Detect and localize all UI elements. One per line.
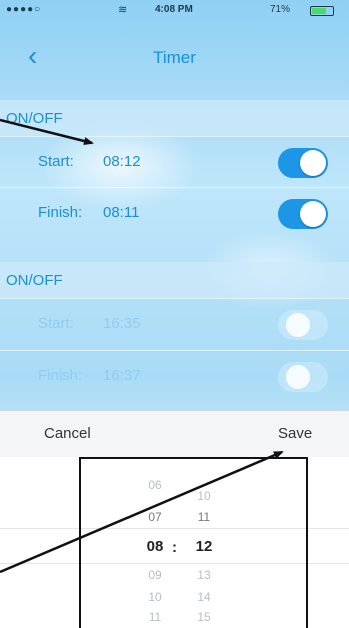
section-header-label: ON/OFF (6, 110, 63, 127)
battery-percent: 71% (270, 4, 291, 15)
minute-option[interactable]: 13 (184, 568, 224, 582)
picker-divider (0, 528, 349, 529)
hour-option[interactable]: 06 (135, 478, 175, 492)
section-header-label: ON/OFF (6, 272, 63, 289)
navigation-bar: ‹ Timer (0, 40, 349, 80)
minute-option[interactable]: 10 (184, 489, 224, 503)
hour-option[interactable]: 09 (135, 568, 175, 582)
toggle-knob (286, 313, 310, 337)
status-time: 4:08 PM (155, 4, 193, 15)
timer-finish-row[interactable]: Finish: 08:11 (0, 187, 349, 238)
start-label: Start: (38, 315, 74, 332)
hour-selected[interactable]: 08 (135, 538, 175, 555)
time-picker[interactable]: 06 07 08 09 10 11 : 10 11 12 13 14 15 (0, 457, 349, 628)
save-button[interactable]: Save (278, 425, 312, 442)
timer-start-row[interactable]: Start: 08:12 (0, 136, 349, 187)
section-header: ON/OFF (0, 100, 349, 136)
time-separator: : (172, 539, 177, 556)
page-title: Timer (153, 48, 196, 67)
start-time-value[interactable]: 16:35 (103, 315, 141, 332)
minute-option[interactable]: 11 (184, 510, 224, 524)
timer-finish-row[interactable]: Finish: 16:37 (0, 350, 349, 401)
hour-option[interactable]: 07 (135, 510, 175, 524)
toggle-knob (300, 150, 326, 176)
toggle-knob (286, 365, 310, 389)
finish-time-value[interactable]: 08:11 (103, 204, 139, 221)
battery-icon (310, 6, 334, 16)
minute-option[interactable]: 14 (184, 590, 224, 604)
start-toggle[interactable] (278, 310, 328, 340)
section-header: ON/OFF (0, 262, 349, 298)
start-toggle[interactable] (278, 148, 328, 178)
cancel-button[interactable]: Cancel (44, 425, 91, 442)
minute-option[interactable]: 15 (184, 610, 224, 624)
hour-option[interactable]: 10 (135, 590, 175, 604)
finish-toggle[interactable] (278, 199, 328, 229)
minute-selected[interactable]: 12 (184, 538, 224, 555)
phone-screen: ●●●●○ ≋ 4:08 PM 71% ‹ Timer ON/OFF Start… (0, 0, 349, 628)
timer-start-row[interactable]: Start: 16:35 (0, 298, 349, 349)
finish-toggle[interactable] (278, 362, 328, 392)
picker-divider (0, 563, 349, 564)
finish-label: Finish: (38, 367, 83, 384)
finish-label: Finish: (38, 204, 83, 221)
finish-time-value[interactable]: 16:37 (103, 367, 141, 384)
start-time-value[interactable]: 08:12 (103, 153, 141, 170)
picker-action-bar: Cancel Save (0, 410, 349, 458)
wifi-icon: ≋ (118, 4, 128, 16)
hour-option[interactable]: 11 (135, 610, 175, 624)
signal-strength: ●●●●○ (6, 4, 42, 15)
start-label: Start: (38, 153, 74, 170)
status-bar: ●●●●○ ≋ 4:08 PM 71% (0, 0, 349, 20)
toggle-knob (300, 201, 326, 227)
